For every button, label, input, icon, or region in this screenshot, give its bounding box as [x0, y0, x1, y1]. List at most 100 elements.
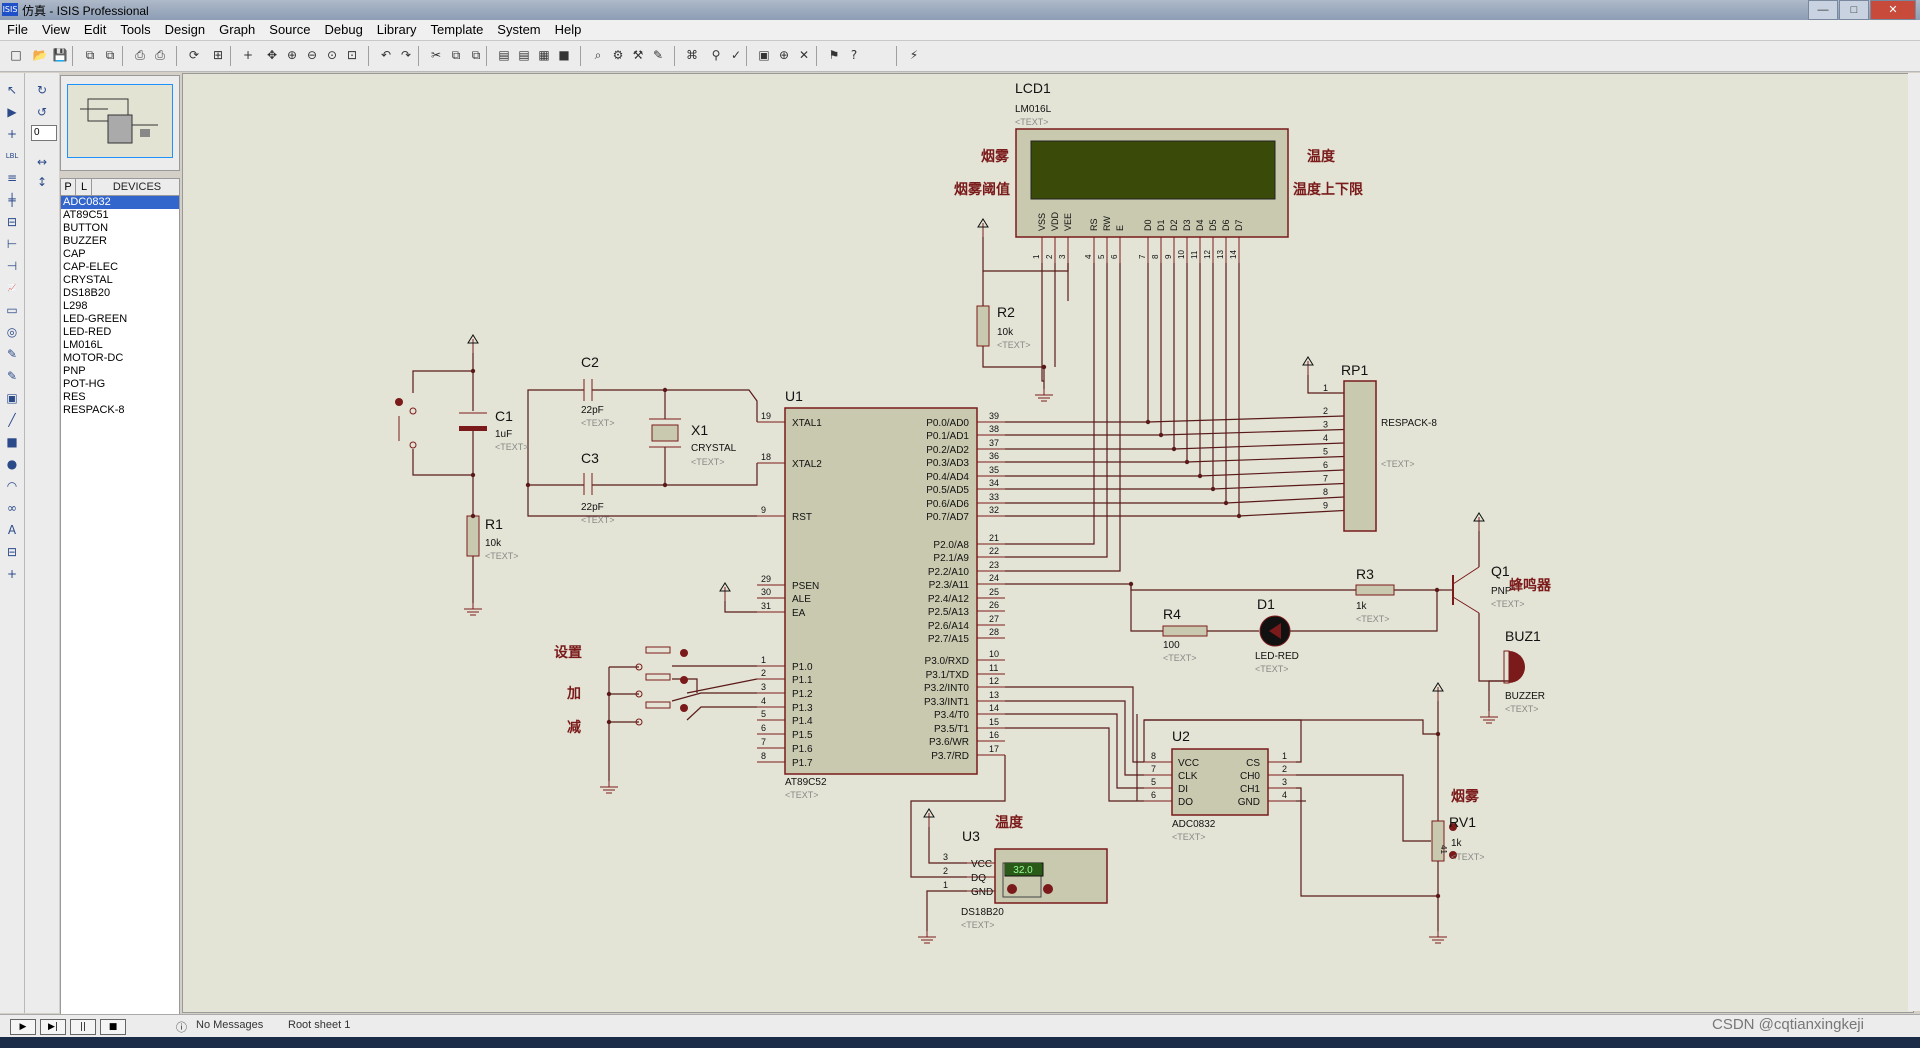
save-icon[interactable]: 💾 — [52, 47, 68, 63]
property-assign-icon[interactable]: ✓ — [728, 47, 744, 63]
menu-library[interactable]: Library — [370, 20, 424, 40]
rotation-input[interactable]: 0 — [31, 125, 57, 141]
messages-status[interactable]: No Messages — [196, 1019, 263, 1031]
device-item[interactable]: CRYSTAL — [61, 274, 179, 287]
stop-button[interactable]: ■ — [100, 1019, 126, 1035]
menu-tools[interactable]: Tools — [113, 20, 157, 40]
block-delete-icon[interactable]: ■ — [556, 47, 572, 63]
library-manager-button[interactable]: L — [77, 179, 92, 195]
zoom-area-icon[interactable]: ⊡ — [344, 47, 360, 63]
zoom-in-icon[interactable]: ⊕ — [284, 47, 300, 63]
open-icon[interactable]: 📂 — [32, 47, 48, 63]
print-area-icon[interactable]: ⎙ — [152, 47, 168, 63]
generator-tool-icon[interactable]: ◎ — [3, 323, 21, 341]
cut-icon[interactable]: ✂ — [428, 47, 444, 63]
new-icon[interactable]: □ — [8, 47, 24, 63]
menu-template[interactable]: Template — [424, 20, 491, 40]
package-icon[interactable]: ⚒ — [630, 47, 646, 63]
make-device-icon[interactable]: ⚙ — [610, 47, 626, 63]
line-tool-icon[interactable]: ╱ — [3, 411, 21, 429]
erc-icon[interactable]: ? — [846, 47, 862, 63]
device-item[interactable]: L298 — [61, 300, 179, 313]
pan-icon[interactable]: ✥ — [264, 47, 280, 63]
device-item[interactable]: POT-HG — [61, 378, 179, 391]
menu-design[interactable]: Design — [158, 20, 212, 40]
mirror-y-icon[interactable]: ↕ — [33, 173, 51, 191]
print-icon[interactable]: ⎙ — [132, 47, 148, 63]
path-tool-icon[interactable]: ∞ — [3, 499, 21, 517]
menu-source[interactable]: Source — [262, 20, 317, 40]
circle-tool-icon[interactable]: ● — [3, 455, 21, 473]
graph-tool-icon[interactable]: 📈 — [3, 279, 21, 297]
probe-current-tool-icon[interactable]: ✎ — [3, 367, 21, 385]
pick-icon[interactable]: ⌕ — [590, 47, 606, 63]
device-item[interactable]: AT89C51 — [61, 209, 179, 222]
device-item[interactable]: LED-GREEN — [61, 313, 179, 326]
device-item[interactable]: CAP — [61, 248, 179, 261]
overview-window[interactable] — [60, 75, 180, 171]
wire-label-tool-icon[interactable]: LBL — [3, 147, 21, 165]
device-item[interactable]: PNP — [61, 365, 179, 378]
terminal-tool-icon[interactable]: ⊢ — [3, 235, 21, 253]
add-sheet-icon[interactable]: ⊕ — [776, 47, 792, 63]
device-item[interactable]: RES — [61, 391, 179, 404]
device-item[interactable]: DS18B20 — [61, 287, 179, 300]
pick-device-button[interactable]: P — [61, 179, 76, 195]
close-button[interactable]: ✕ — [1870, 0, 1916, 20]
play-button[interactable]: ▶ — [10, 1019, 36, 1035]
pin-tool-icon[interactable]: ⊣ — [3, 257, 21, 275]
mirror-x-icon[interactable]: ↔ — [33, 153, 51, 171]
search-icon[interactable]: ⚲ — [708, 47, 724, 63]
minimize-button[interactable]: — — [1808, 0, 1838, 20]
bom-icon[interactable]: ⚑ — [826, 47, 842, 63]
menu-view[interactable]: View — [35, 20, 77, 40]
pause-button[interactable]: || — [70, 1019, 96, 1035]
copy-icon[interactable]: ⧉ — [448, 47, 464, 63]
wire-autoroute-icon[interactable]: ⌘ — [684, 47, 700, 63]
block-move-icon[interactable]: ▤ — [516, 47, 532, 63]
rotate-cw-icon[interactable]: ↻ — [33, 81, 51, 99]
device-item[interactable]: LM016L — [61, 339, 179, 352]
text-script-tool-icon[interactable]: ≡ — [3, 169, 21, 187]
device-item[interactable]: CAP-ELEC — [61, 261, 179, 274]
probe-voltage-tool-icon[interactable]: ✎ — [3, 345, 21, 363]
virtual-instrument-tool-icon[interactable]: ▣ — [3, 389, 21, 407]
menu-help[interactable]: Help — [548, 20, 589, 40]
selection-tool-icon[interactable]: ↖ — [3, 81, 21, 99]
marker-tool-icon[interactable]: + — [3, 565, 21, 583]
zoom-all-icon[interactable]: ⊙ — [324, 47, 340, 63]
subcircuit-tool-icon[interactable]: ⊟ — [3, 213, 21, 231]
box-tool-icon[interactable]: ■ — [3, 433, 21, 451]
schematic-drawing[interactable]: LCD1LM016L<TEXT>烟雾烟雾阈值温度温度上下限VSS1VDD2VEE… — [183, 74, 1913, 1012]
menu-system[interactable]: System — [490, 20, 547, 40]
import-icon[interactable]: ⧉ — [82, 47, 98, 63]
netlist-icon[interactable]: ▣ — [756, 47, 772, 63]
menu-edit[interactable]: Edit — [77, 20, 113, 40]
zoom-out-icon[interactable]: ⊖ — [304, 47, 320, 63]
origin-icon[interactable]: + — [240, 47, 256, 63]
grid-icon[interactable]: ⊞ — [210, 47, 226, 63]
device-item[interactable]: BUTTON — [61, 222, 179, 235]
text-tool-icon[interactable]: A — [3, 521, 21, 539]
step-button[interactable]: ▶| — [40, 1019, 66, 1035]
remove-sheet-icon[interactable]: ✕ — [796, 47, 812, 63]
device-item[interactable]: BUZZER — [61, 235, 179, 248]
isis-icon[interactable]: ⚡ — [906, 47, 922, 63]
device-item[interactable]: RESPACK-8 — [61, 404, 179, 417]
schematic-canvas[interactable]: LCD1 LM016L <TEXT> 烟雾 烟雾阈值 温度 温度上下限 VSS 1 VDD 2 VEE… — [182, 73, 1914, 1013]
export-icon[interactable]: ⧉ — [102, 47, 118, 63]
device-item[interactable]: ADC0832 — [61, 196, 179, 209]
rotate-ccw-icon[interactable]: ↺ — [33, 103, 51, 121]
menu-graph[interactable]: Graph — [212, 20, 262, 40]
decompose-icon[interactable]: ✎ — [650, 47, 666, 63]
bus-tool-icon[interactable]: ╪ — [3, 191, 21, 209]
block-rotate-icon[interactable]: ▦ — [536, 47, 552, 63]
device-item[interactable]: LED-RED — [61, 326, 179, 339]
redo-icon[interactable]: ↷ — [398, 47, 414, 63]
arc-tool-icon[interactable]: ◠ — [3, 477, 21, 495]
redraw-icon[interactable]: ⟳ — [186, 47, 202, 63]
symbol-tool-icon[interactable]: ⊟ — [3, 543, 21, 561]
junction-tool-icon[interactable]: + — [3, 125, 21, 143]
component-tool-icon[interactable]: ▶ — [3, 103, 21, 121]
undo-icon[interactable]: ↶ — [378, 47, 394, 63]
